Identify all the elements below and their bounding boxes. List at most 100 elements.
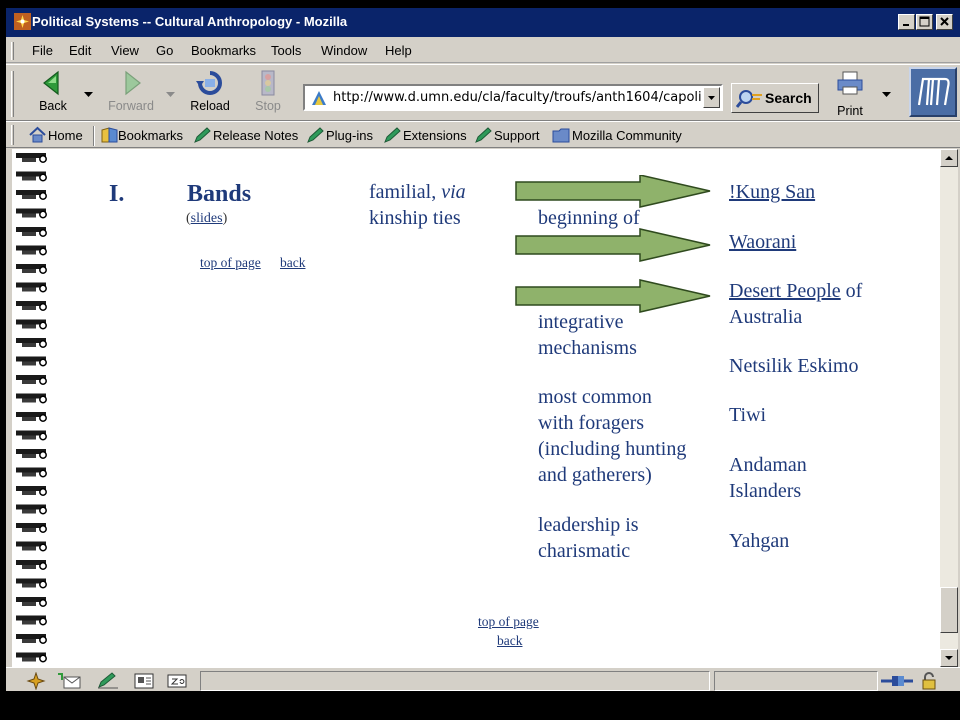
menu-bar-grip[interactable] bbox=[11, 42, 14, 60]
section-numeral: I. bbox=[109, 181, 125, 207]
forward-button[interactable]: Forward bbox=[103, 69, 159, 117]
url-bar[interactable] bbox=[303, 84, 723, 111]
menu-edit[interactable]: Edit bbox=[69, 43, 91, 58]
menu-file[interactable]: File bbox=[32, 43, 53, 58]
spiral-ring bbox=[16, 153, 47, 163]
url-input[interactable] bbox=[333, 88, 701, 107]
bookmark-pen-icon bbox=[307, 127, 324, 143]
minimize-icon bbox=[903, 24, 909, 26]
bookmark-pen-icon bbox=[194, 127, 211, 143]
menu-window[interactable]: Window bbox=[321, 43, 367, 58]
mozilla-throbber[interactable] bbox=[909, 67, 957, 117]
vertical-scrollbar[interactable] bbox=[940, 149, 958, 667]
spiral-ring bbox=[16, 208, 47, 219]
toolbar-separator bbox=[93, 126, 95, 146]
bottom-back-link[interactable]: back bbox=[497, 633, 522, 649]
personal-toolbar-grip[interactable] bbox=[11, 125, 14, 145]
netsilik-eskimo-text: Netsilik Eskimo bbox=[729, 355, 859, 377]
print-button[interactable]: Print bbox=[830, 69, 870, 118]
spiral-ring bbox=[16, 467, 47, 478]
search-button[interactable]: Search bbox=[731, 83, 819, 113]
back-button[interactable]: Back bbox=[25, 69, 81, 117]
folder-icon bbox=[552, 128, 570, 143]
spiral-ring bbox=[16, 393, 47, 404]
bookmark-pen-icon bbox=[475, 127, 492, 143]
spiral-ring bbox=[16, 615, 47, 626]
navigator-icon[interactable] bbox=[26, 672, 46, 690]
spiral-ring bbox=[16, 356, 47, 367]
stop-button[interactable]: Stop bbox=[240, 69, 296, 117]
page-content: I. Bands (slides) top of page back famil… bbox=[12, 149, 940, 667]
australia-text: Australia bbox=[729, 306, 803, 328]
plug-ins-bookmark[interactable]: Plug-ins bbox=[306, 126, 376, 146]
desktop-strip bbox=[6, 691, 960, 720]
arrow-to-kung-san bbox=[515, 175, 711, 208]
islanders-text: Islanders bbox=[729, 480, 802, 502]
col2-line2: kinship ties bbox=[369, 207, 461, 229]
print-dropdown-icon[interactable] bbox=[882, 92, 891, 98]
kung-san-link[interactable]: !Kung San bbox=[729, 181, 815, 204]
address-book-icon[interactable] bbox=[133, 672, 155, 690]
scrollbar-thumb[interactable] bbox=[940, 587, 958, 633]
chat-icon[interactable] bbox=[166, 672, 188, 690]
desert-people-link[interactable]: Desert People bbox=[729, 280, 841, 302]
home-button[interactable]: Home bbox=[28, 126, 90, 146]
chevron-up-icon bbox=[945, 156, 953, 160]
menu-tools[interactable]: Tools bbox=[271, 43, 301, 58]
arrow-annotations bbox=[515, 175, 711, 313]
forward-history-dropdown-icon[interactable] bbox=[166, 92, 175, 98]
mail-icon[interactable] bbox=[56, 672, 82, 690]
arrow-to-waorani bbox=[515, 228, 711, 262]
bookmarks-button[interactable]: Bookmarks bbox=[100, 126, 190, 146]
col2-line1: familial, via bbox=[369, 181, 466, 204]
maximize-button[interactable] bbox=[916, 14, 933, 30]
release-notes-label: Release Notes bbox=[213, 128, 299, 143]
spiral-ring bbox=[16, 541, 47, 552]
minimize-button[interactable] bbox=[898, 14, 915, 30]
personal-toolbar: Home Bookmarks Release Notes Plug-ins Ex… bbox=[6, 121, 960, 148]
navigation-toolbar-grip[interactable] bbox=[11, 71, 14, 117]
online-connection-icon[interactable] bbox=[880, 672, 914, 690]
menu-go[interactable]: Go bbox=[156, 43, 173, 58]
andaman-text: Andaman bbox=[729, 454, 807, 476]
menu-help[interactable]: Help bbox=[385, 43, 412, 58]
menu-bookmarks[interactable]: Bookmarks bbox=[191, 43, 256, 58]
home-label: Home bbox=[48, 128, 83, 143]
close-icon bbox=[940, 17, 949, 26]
security-lock-icon[interactable] bbox=[920, 672, 938, 690]
top-of-page-link[interactable]: top of page bbox=[200, 255, 261, 271]
extensions-label: Extensions bbox=[403, 128, 467, 143]
menu-view[interactable]: View bbox=[111, 43, 139, 58]
slides-link-wrapper: (slides) bbox=[186, 211, 227, 227]
bottom-top-of-page-link[interactable]: top of page bbox=[478, 614, 539, 630]
chevron-down-icon bbox=[945, 656, 953, 660]
scroll-up-button[interactable] bbox=[940, 149, 958, 167]
col2-via: via bbox=[441, 181, 466, 203]
scroll-down-button[interactable] bbox=[940, 649, 958, 667]
slides-link[interactable]: slides bbox=[191, 211, 223, 226]
back-link[interactable]: back bbox=[280, 255, 305, 271]
spiral-ring bbox=[16, 282, 47, 293]
spiral-ring bbox=[16, 449, 47, 459]
mozilla-community-bookmark[interactable]: Mozilla Community bbox=[552, 126, 682, 146]
spiral-ring bbox=[16, 504, 47, 515]
mozilla-app-icon bbox=[14, 13, 31, 30]
reload-button[interactable]: Reload bbox=[182, 69, 238, 117]
browser-window: Political Systems -- Cultural Anthropolo… bbox=[6, 8, 960, 720]
back-history-dropdown-icon[interactable] bbox=[84, 92, 93, 98]
spiral-ring bbox=[16, 430, 47, 441]
window-title: Political Systems -- Cultural Anthropolo… bbox=[32, 14, 348, 29]
support-bookmark[interactable]: Support bbox=[474, 126, 546, 146]
release-notes-bookmark[interactable]: Release Notes bbox=[193, 126, 298, 146]
extensions-bookmark[interactable]: Extensions bbox=[383, 126, 468, 146]
composer-icon[interactable] bbox=[96, 672, 120, 690]
page-proxy-icon[interactable] bbox=[310, 89, 328, 107]
close-button[interactable] bbox=[936, 14, 953, 30]
url-history-dropdown[interactable] bbox=[703, 87, 720, 108]
waorani-link[interactable]: Waorani bbox=[729, 231, 796, 254]
reload-label: Reload bbox=[190, 99, 230, 113]
home-icon bbox=[29, 126, 46, 143]
bookmarks-label: Bookmarks bbox=[118, 128, 184, 143]
status-text-panel bbox=[200, 671, 710, 691]
navigation-toolbar: Back Forward Reload Stop http://www.d.um… bbox=[6, 64, 960, 121]
